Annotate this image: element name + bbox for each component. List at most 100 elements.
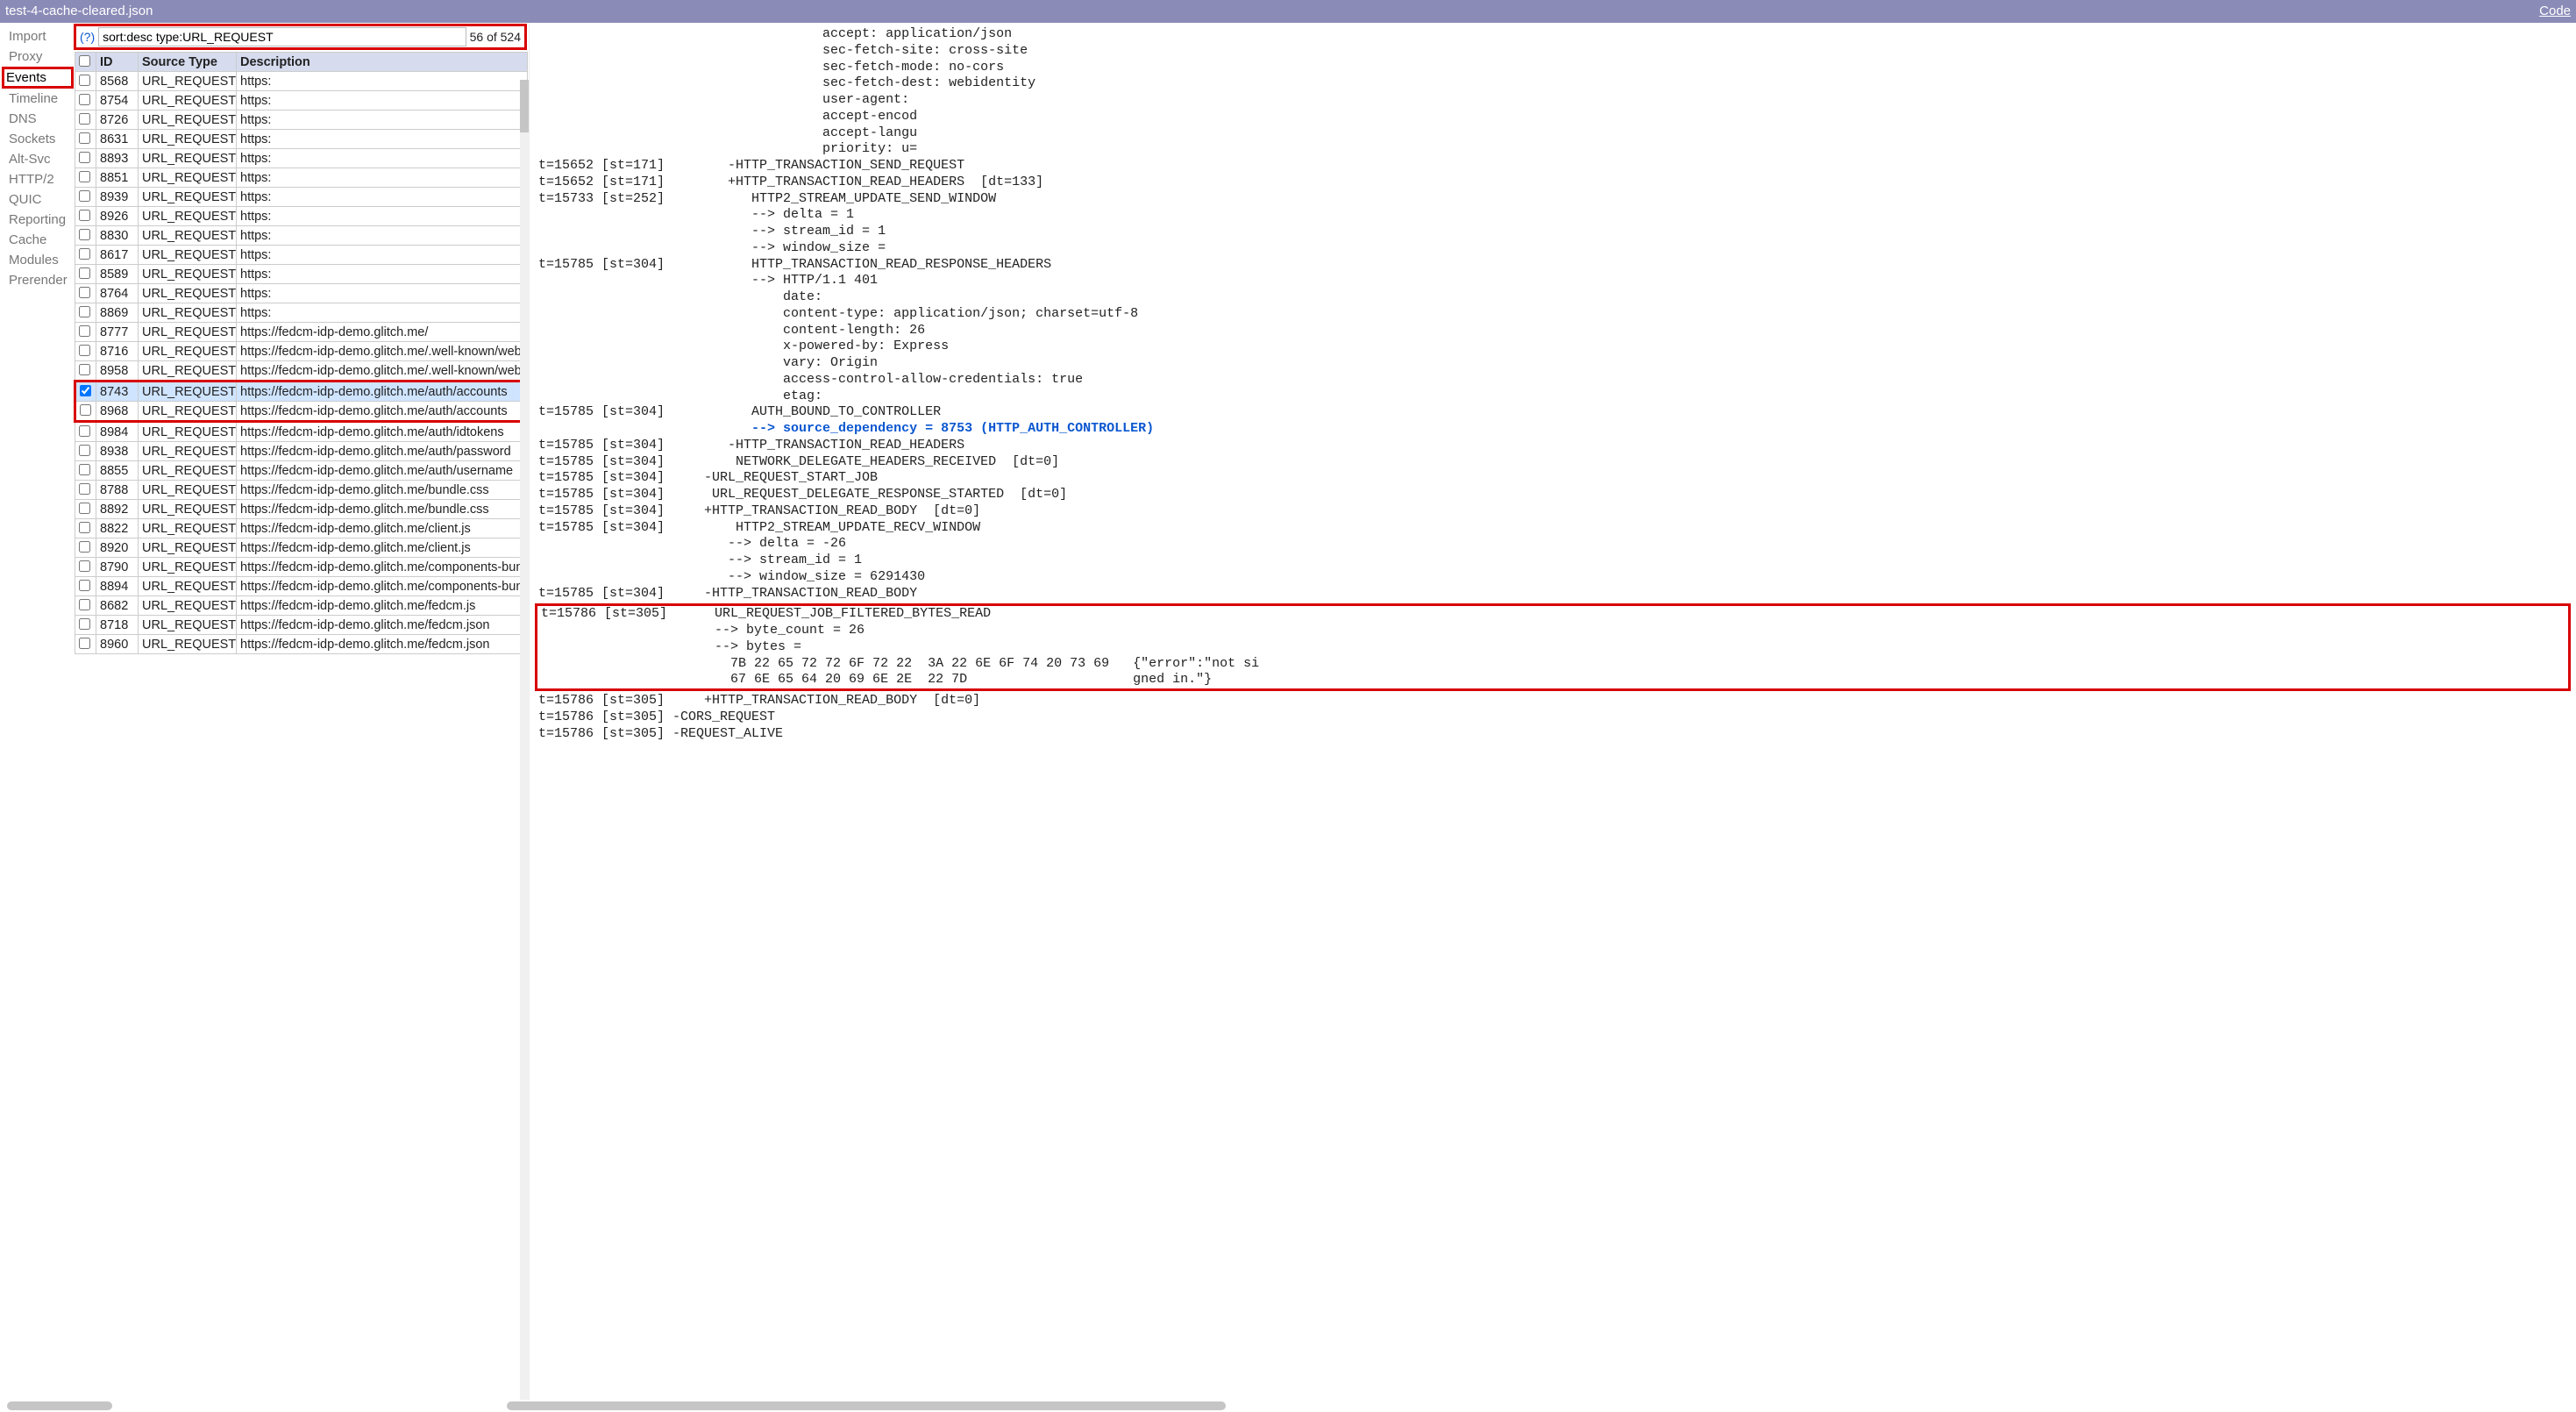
table-row[interactable]: 8920URL_REQUESThttps://fedcm-idp-demo.gl… <box>75 538 528 558</box>
table-row[interactable]: 8682URL_REQUESThttps://fedcm-idp-demo.gl… <box>75 596 528 616</box>
table-row[interactable]: 8743URL_REQUESThttps://fedcm-idp-demo.gl… <box>75 382 528 402</box>
row-description: https: <box>237 226 528 246</box>
code-link[interactable]: Code <box>2539 2 2571 21</box>
row-checkbox[interactable] <box>79 618 90 630</box>
row-description: https://fedcm-idp-demo.glitch.me/fedcm.j… <box>237 616 528 635</box>
table-row[interactable]: 8968URL_REQUESThttps://fedcm-idp-demo.gl… <box>75 402 528 422</box>
row-checkbox[interactable] <box>79 152 90 163</box>
sidebar-item-sockets[interactable]: Sockets <box>7 129 74 149</box>
row-description: https://fedcm-idp-demo.glitch.me/bundle.… <box>237 481 528 500</box>
sidebar-item-reporting[interactable]: Reporting <box>7 210 74 230</box>
row-checkbox[interactable] <box>79 210 90 221</box>
row-description: https: <box>237 207 528 226</box>
row-id: 8926 <box>96 207 139 226</box>
row-checkbox[interactable] <box>79 267 90 279</box>
row-checkbox[interactable] <box>79 580 90 591</box>
col-header-id[interactable]: ID <box>96 53 139 72</box>
sidebar-item-quic[interactable]: QUIC <box>7 189 74 210</box>
sidebar-item-dns[interactable]: DNS <box>7 109 74 129</box>
table-row[interactable]: 8958URL_REQUESThttps://fedcm-idp-demo.gl… <box>75 361 528 382</box>
log-source-dependency-link[interactable]: --> source_dependency = 8753 (HTTP_AUTH_… <box>538 421 2576 438</box>
table-row[interactable]: 8790URL_REQUESThttps://fedcm-idp-demo.gl… <box>75 558 528 577</box>
row-source-type: URL_REQUEST <box>139 461 237 481</box>
table-row[interactable]: 8984URL_REQUESThttps://fedcm-idp-demo.gl… <box>75 422 528 442</box>
table-row[interactable]: 8777URL_REQUESThttps://fedcm-idp-demo.gl… <box>75 323 528 342</box>
table-row[interactable]: 8892URL_REQUESThttps://fedcm-idp-demo.gl… <box>75 500 528 519</box>
sidebar-item-cache[interactable]: Cache <box>7 230 74 250</box>
table-row[interactable]: 8893URL_REQUESThttps: <box>75 149 528 168</box>
table-row[interactable]: 8631URL_REQUESThttps: <box>75 130 528 149</box>
row-id: 8617 <box>96 246 139 265</box>
table-row[interactable]: 8960URL_REQUESThttps://fedcm-idp-demo.gl… <box>75 635 528 654</box>
table-row[interactable]: 8938URL_REQUESThttps://fedcm-idp-demo.gl… <box>75 442 528 461</box>
filter-help-link[interactable]: (?) <box>80 30 95 44</box>
filter-input[interactable] <box>98 27 466 46</box>
row-checkbox[interactable] <box>79 638 90 649</box>
sidebar: ImportProxyEventsTimelineDNSSocketsAlt-S… <box>0 23 74 1400</box>
col-header-checkbox[interactable] <box>75 53 96 72</box>
row-checkbox[interactable] <box>79 248 90 260</box>
row-checkbox[interactable] <box>79 75 90 86</box>
select-all-checkbox[interactable] <box>79 55 90 67</box>
row-checkbox[interactable] <box>79 599 90 610</box>
table-row[interactable]: 8894URL_REQUESThttps://fedcm-idp-demo.gl… <box>75 577 528 596</box>
row-checkbox[interactable] <box>80 404 91 416</box>
table-row[interactable]: 8754URL_REQUESThttps: <box>75 91 528 111</box>
table-row[interactable]: 8617URL_REQUESThttps: <box>75 246 528 265</box>
horizontal-scrollbar-left[interactable] <box>7 1401 112 1410</box>
table-row[interactable]: 8718URL_REQUESThttps://fedcm-idp-demo.gl… <box>75 616 528 635</box>
vertical-scrollbar[interactable] <box>520 80 529 1400</box>
row-checkbox[interactable] <box>79 287 90 298</box>
row-id: 8682 <box>96 596 139 616</box>
table-row[interactable]: 8939URL_REQUESThttps: <box>75 188 528 207</box>
row-description: https://fedcm-idp-demo.glitch.me/client.… <box>237 519 528 538</box>
table-row[interactable]: 8589URL_REQUESThttps: <box>75 265 528 284</box>
row-checkbox[interactable] <box>79 306 90 317</box>
row-checkbox[interactable] <box>79 483 90 495</box>
row-checkbox[interactable] <box>79 229 90 240</box>
sidebar-item-modules[interactable]: Modules <box>7 250 74 270</box>
row-checkbox[interactable] <box>79 503 90 514</box>
row-checkbox[interactable] <box>79 560 90 572</box>
row-checkbox[interactable] <box>79 113 90 125</box>
row-source-type: URL_REQUEST <box>139 207 237 226</box>
horizontal-scrollbar-right[interactable] <box>507 1401 1226 1410</box>
sidebar-item-proxy[interactable]: Proxy <box>7 46 74 67</box>
col-header-source-type[interactable]: Source Type <box>139 53 237 72</box>
table-row[interactable]: 8568URL_REQUESThttps: <box>75 72 528 91</box>
row-checkbox[interactable] <box>79 94 90 105</box>
row-checkbox[interactable] <box>79 345 90 356</box>
row-checkbox[interactable] <box>79 364 90 375</box>
row-checkbox[interactable] <box>79 190 90 202</box>
table-row[interactable]: 8726URL_REQUESThttps: <box>75 111 528 130</box>
row-checkbox[interactable] <box>79 171 90 182</box>
table-row[interactable]: 8822URL_REQUESThttps://fedcm-idp-demo.gl… <box>75 519 528 538</box>
sidebar-item-events[interactable]: Events <box>2 67 74 89</box>
row-source-type: URL_REQUEST <box>139 442 237 461</box>
row-id: 8938 <box>96 442 139 461</box>
row-checkbox[interactable] <box>79 425 90 437</box>
row-checkbox[interactable] <box>79 541 90 553</box>
row-checkbox[interactable] <box>79 522 90 533</box>
row-description: https://fedcm-idp-demo.glitch.me/.well-k… <box>237 361 528 382</box>
sidebar-item-prerender[interactable]: Prerender <box>7 270 74 290</box>
row-checkbox[interactable] <box>79 464 90 475</box>
table-row[interactable]: 8851URL_REQUESThttps: <box>75 168 528 188</box>
sidebar-item-import[interactable]: Import <box>7 26 74 46</box>
sidebar-item-http2[interactable]: HTTP/2 <box>7 169 74 189</box>
table-row[interactable]: 8716URL_REQUESThttps://fedcm-idp-demo.gl… <box>75 342 528 361</box>
table-row[interactable]: 8855URL_REQUESThttps://fedcm-idp-demo.gl… <box>75 461 528 481</box>
sidebar-item-altsvc[interactable]: Alt-Svc <box>7 149 74 169</box>
row-checkbox[interactable] <box>79 445 90 456</box>
row-checkbox[interactable] <box>79 132 90 144</box>
sidebar-item-timeline[interactable]: Timeline <box>7 89 74 109</box>
row-id: 8893 <box>96 149 139 168</box>
table-row[interactable]: 8764URL_REQUESThttps: <box>75 284 528 303</box>
table-row[interactable]: 8869URL_REQUESThttps: <box>75 303 528 323</box>
col-header-description[interactable]: Description <box>237 53 528 72</box>
row-checkbox[interactable] <box>79 325 90 337</box>
table-row[interactable]: 8926URL_REQUESThttps: <box>75 207 528 226</box>
table-row[interactable]: 8830URL_REQUESThttps: <box>75 226 528 246</box>
row-checkbox[interactable] <box>80 385 91 396</box>
table-row[interactable]: 8788URL_REQUESThttps://fedcm-idp-demo.gl… <box>75 481 528 500</box>
